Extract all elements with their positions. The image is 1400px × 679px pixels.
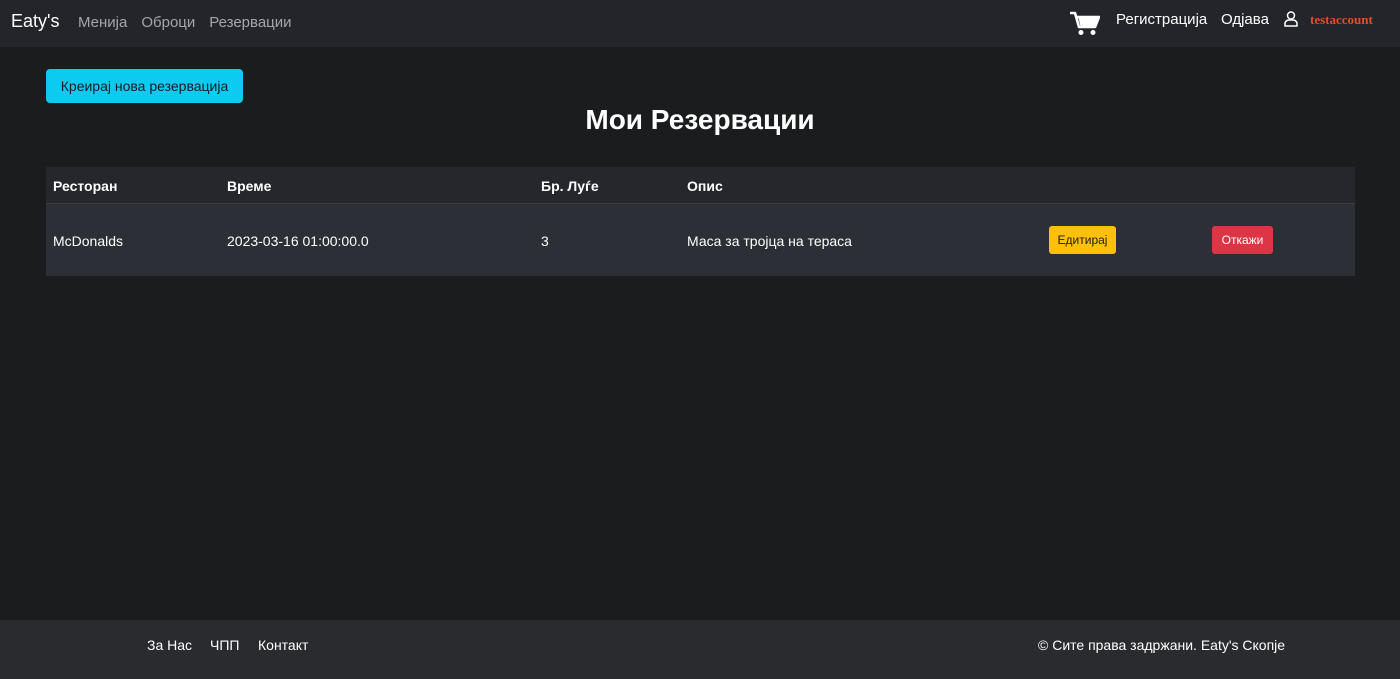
column-header-description: Опис [687,178,723,194]
user-icon [1284,11,1298,27]
edit-button[interactable]: Едитирај [1049,226,1116,254]
username-link[interactable]: testaccount [1310,12,1373,28]
footer-link-contact[interactable]: Контакт [258,637,308,653]
register-link[interactable]: Регистрација [1116,11,1207,28]
cell-time: 2023-03-16 01:00:00.0 [227,233,369,249]
logout-link[interactable]: Одјава [1221,11,1269,28]
brand-logo[interactable]: Eaty's [11,11,59,32]
nav-link-reservations[interactable]: Резервации [209,14,291,31]
page-title: Мои Резервации [585,104,815,135]
cell-description: Маса за тројца на тераса [687,233,852,249]
navbar: Eaty's Менија Оброци Резервации Регистра… [0,0,1400,47]
cell-people: 3 [541,233,549,249]
cancel-reservation-button[interactable]: Откажи [1212,226,1273,254]
footer-link-faq[interactable]: ЧПП [210,637,239,653]
copyright-text: © Сите права задржани. Eaty's Скопје [1038,637,1286,653]
create-reservation-button[interactable]: Креирај нова резервација [46,69,243,103]
footer-link-about[interactable]: За Нас [147,637,192,653]
table-row: McDonalds 2023-03-16 01:00:00.0 3 Маса з… [46,204,1355,276]
cell-restaurant: McDonalds [53,233,124,249]
column-header-people: Бр. Луѓе [541,178,599,194]
cart-icon[interactable] [1069,11,1101,36]
table-header-row: Ресторан Време Бр. Луѓе Опис [46,167,1355,204]
nav-link-menus[interactable]: Менија [78,14,127,31]
nav-link-meals[interactable]: Оброци [141,14,195,31]
column-header-restaurant: Ресторан [53,178,118,194]
footer: За Нас ЧПП Контакт © Сите права задржани… [0,620,1400,679]
column-header-time: Време [227,178,272,194]
nav-links: Менија Оброци Резервации [78,14,292,31]
